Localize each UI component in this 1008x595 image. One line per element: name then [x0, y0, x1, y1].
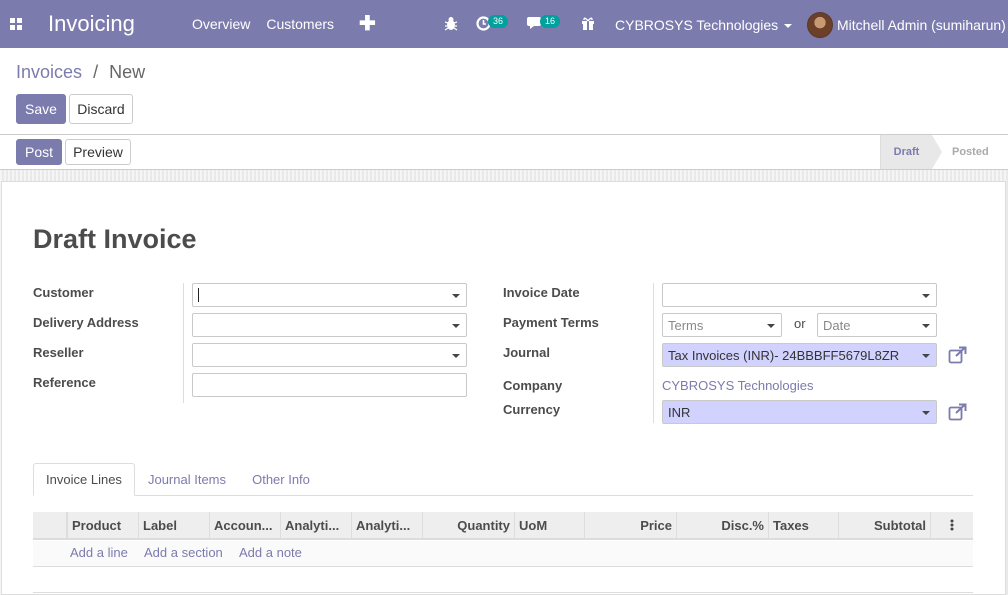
- column-analytic-account[interactable]: Analyti...: [280, 512, 352, 538]
- activity-badge: 36: [488, 15, 509, 28]
- column-taxes[interactable]: Taxes: [768, 512, 840, 538]
- column-account[interactable]: Accoun...: [209, 512, 281, 538]
- or-label: or: [794, 316, 806, 331]
- discard-button[interactable]: Discard: [69, 94, 133, 124]
- currency-value: INR: [668, 404, 691, 420]
- menu-customers[interactable]: Customers: [266, 16, 334, 32]
- stage-arrow: [932, 135, 942, 169]
- payment-terms-label: Payment Terms: [503, 315, 599, 330]
- stage-draft: Draft: [880, 135, 932, 169]
- add-line-link[interactable]: Add a line: [70, 545, 128, 560]
- company-label: Company: [503, 378, 563, 393]
- chevron-down-icon[interactable]: [452, 324, 460, 328]
- menu-overview[interactable]: Overview: [192, 16, 250, 32]
- invoice-lines-header: Product Label Accoun... Analyti... Analy…: [33, 512, 973, 540]
- column-price[interactable]: Price: [584, 512, 676, 538]
- messages-badge: 16: [540, 15, 561, 28]
- save-button[interactable]: Save: [16, 94, 66, 124]
- statusbar: Post Preview Draft Posted: [0, 134, 1008, 170]
- reference-label: Reference: [33, 375, 96, 390]
- customer-field[interactable]: [192, 283, 467, 307]
- preview-button[interactable]: Preview: [65, 139, 131, 165]
- company-switcher-label: CYBROSYS Technologies: [615, 17, 779, 33]
- company-switcher[interactable]: CYBROSYS Technologies: [615, 17, 793, 33]
- label-divider: [653, 283, 654, 423]
- journal-label: Journal: [503, 345, 550, 360]
- post-button[interactable]: Post: [16, 139, 62, 165]
- page-title: Draft Invoice: [33, 224, 197, 254]
- tab-journal-items[interactable]: Journal Items: [140, 463, 234, 496]
- label-divider: [183, 283, 184, 403]
- currency-label: Currency: [503, 402, 561, 417]
- chevron-down-icon[interactable]: [452, 294, 460, 298]
- table-bottom-divider: [33, 592, 973, 593]
- user-menu[interactable]: Mitchell Admin (sumiharun): [837, 17, 1008, 33]
- chevron-down-icon[interactable]: [922, 354, 930, 358]
- breadcrumb: Invoices / New: [16, 62, 145, 83]
- company-value[interactable]: CYBROSYS Technologies: [662, 378, 814, 393]
- tab-other-info[interactable]: Other Info: [245, 463, 317, 496]
- add-note-link[interactable]: Add a note: [239, 545, 302, 560]
- reseller-label: Reseller: [33, 345, 84, 360]
- plus-icon[interactable]: ✚: [359, 14, 376, 34]
- journal-field[interactable]: Tax Invoices (INR)- 24BBBFF5679L8ZR: [662, 343, 937, 367]
- due-date-placeholder: Date: [823, 317, 851, 333]
- external-link-icon[interactable]: [948, 403, 968, 421]
- external-link-icon[interactable]: [948, 346, 968, 364]
- due-date-field[interactable]: Date: [817, 313, 937, 337]
- delivery-address-label: Delivery Address: [33, 315, 139, 330]
- column-product[interactable]: Product: [67, 512, 139, 538]
- column-analytic-tags[interactable]: Analyti...: [351, 512, 423, 538]
- reference-field[interactable]: [192, 373, 467, 397]
- customer-label: Customer: [33, 285, 94, 300]
- breadcrumb-separator: /: [93, 62, 99, 82]
- breadcrumb-parent[interactable]: Invoices: [16, 62, 82, 82]
- delivery-address-field[interactable]: [192, 313, 467, 337]
- breadcrumb-current: New: [109, 62, 146, 82]
- add-section-link[interactable]: Add a section: [144, 545, 223, 560]
- chevron-down-icon: [784, 24, 793, 29]
- payment-terms-field[interactable]: Terms: [662, 313, 782, 337]
- chevron-down-icon[interactable]: [767, 324, 775, 328]
- user-name-label: Mitchell Admin (sumiharun): [837, 17, 1006, 33]
- chevron-down-icon[interactable]: [922, 324, 930, 328]
- text-cursor: [198, 288, 199, 302]
- stage-posted[interactable]: Posted: [952, 135, 989, 169]
- currency-field[interactable]: INR: [662, 400, 937, 424]
- column-options-icon[interactable]: [930, 512, 973, 538]
- payment-terms-placeholder: Terms: [668, 317, 704, 333]
- gift-icon[interactable]: [581, 16, 595, 35]
- chevron-down-icon[interactable]: [922, 294, 930, 298]
- column-quantity[interactable]: Quantity: [422, 512, 514, 538]
- invoice-date-field[interactable]: [662, 283, 937, 307]
- bug-icon[interactable]: [444, 16, 458, 35]
- column-label[interactable]: Label: [138, 512, 210, 538]
- apps-menu-icon[interactable]: [0, 0, 32, 48]
- tab-invoice-lines[interactable]: Invoice Lines: [33, 463, 135, 496]
- column-subtotal[interactable]: Subtotal: [838, 512, 930, 538]
- chevron-down-icon[interactable]: [452, 354, 460, 358]
- reseller-field[interactable]: [192, 343, 467, 367]
- app-brand[interactable]: Invoicing: [48, 11, 176, 37]
- column-discount[interactable]: Disc.%: [676, 512, 768, 538]
- chevron-down-icon[interactable]: [922, 411, 930, 415]
- column-uom[interactable]: UoM: [514, 512, 586, 538]
- invoice-date-label: Invoice Date: [503, 285, 580, 300]
- avatar[interactable]: [807, 12, 833, 38]
- journal-value: Tax Invoices (INR)- 24BBBFF5679L8ZR: [668, 347, 900, 363]
